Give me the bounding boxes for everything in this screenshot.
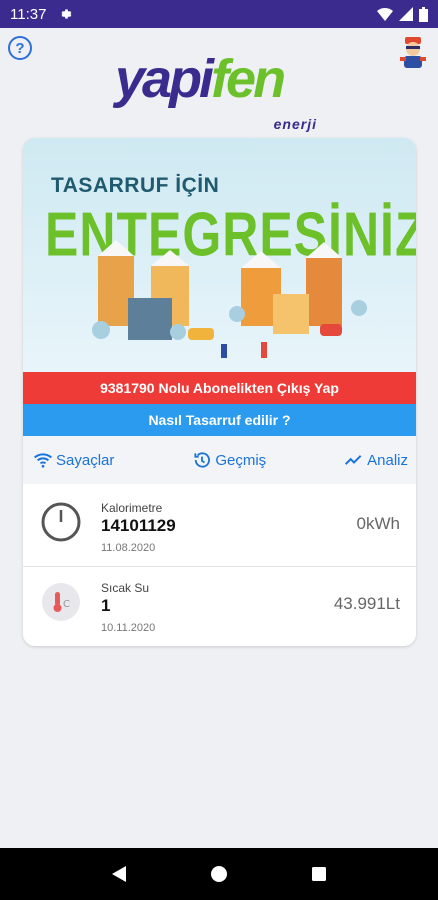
meter-date: 11.08.2020: [101, 542, 156, 554]
tab-analysis[interactable]: Analiz: [344, 450, 408, 470]
status-bar: 11:37: [0, 0, 438, 28]
main-card: TASARRUF İÇİN ENTEGRESİNİZ! 9381790 Nolu…: [23, 138, 416, 646]
system-nav-bar: [0, 848, 438, 900]
how-to-save-button[interactable]: Nasıl Tasarruf edilir ?: [23, 404, 416, 436]
meter-type: Sıcak Su: [101, 581, 150, 595]
thermometer-icon: C: [42, 583, 80, 621]
meter-number: 1: [101, 596, 111, 615]
tab-history-label: Geçmiş: [215, 451, 267, 469]
signal-icon: [399, 7, 413, 21]
meter-number: 14101129: [101, 516, 176, 535]
meter-date: 10.11.2020: [101, 622, 156, 634]
battery-icon: [419, 6, 428, 22]
meter-row-hot-water[interactable]: C Sıcak Su 1 10.11.2020 43.991Lt: [23, 566, 416, 646]
tab-bar: Sayaçlar Geçmiş Analiz: [23, 436, 416, 484]
meter-row-calorimeter[interactable]: Kalorimetre 14101129 11.08.2020 0kWh: [23, 486, 416, 566]
gauge-icon: [41, 502, 81, 542]
history-icon: [194, 452, 211, 468]
tab-meters[interactable]: Sayaçlar: [33, 450, 114, 470]
help-button[interactable]: ?: [8, 36, 32, 60]
recents-icon[interactable]: [310, 865, 328, 883]
city-illustration: [92, 240, 367, 358]
app-screen: ? yapifen enerji TASARRUF İÇİN ENTEGRESİ…: [0, 28, 438, 848]
mascot-icon[interactable]: [398, 36, 428, 70]
tab-history[interactable]: Geçmiş: [192, 450, 266, 470]
trend-icon: [345, 455, 362, 465]
promo-banner[interactable]: TASARRUF İÇİN ENTEGRESİNİZ!: [23, 138, 416, 372]
tab-analysis-label: Analiz: [367, 451, 408, 469]
unsubscribe-button[interactable]: 9381790 Nolu Abonelikten Çıkış Yap: [23, 372, 416, 404]
status-time: 11:37: [10, 5, 47, 23]
back-icon[interactable]: [110, 864, 128, 884]
settings-gear-icon: [61, 9, 72, 19]
tab-meters-label: Sayaçlar: [56, 451, 115, 469]
wifi-icon: [34, 453, 52, 468]
meter-reading: 0kWh: [356, 514, 400, 533]
wifi-status-icon: [377, 8, 393, 21]
yapifen-logo: yapifen enerji: [115, 49, 317, 132]
meter-type: Kalorimetre: [101, 501, 163, 515]
home-icon[interactable]: [209, 864, 229, 884]
meter-reading: 43.991Lt: [333, 594, 400, 613]
svg-text:C: C: [63, 599, 70, 610]
